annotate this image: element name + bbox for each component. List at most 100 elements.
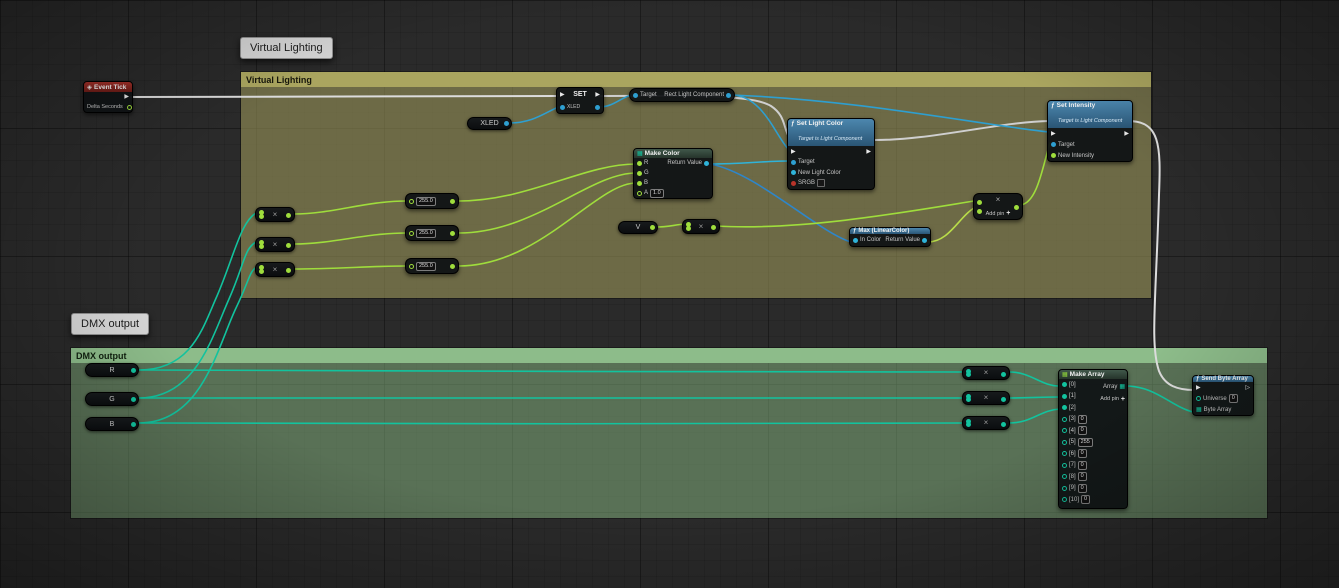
array-value-box[interactable]: 0: [1078, 461, 1087, 470]
pin-a[interactable]: [637, 191, 642, 196]
value-out-pin[interactable]: [450, 199, 455, 204]
multiply-out-pin[interactable]: [286, 268, 291, 273]
plus-icon[interactable]: +: [1121, 396, 1125, 403]
node-multiply-dmx-b[interactable]: ×: [962, 416, 1010, 430]
target-in-pin[interactable]: [633, 93, 638, 98]
array-value-box[interactable]: 0: [1081, 495, 1090, 504]
r-output-pin[interactable]: [131, 368, 136, 373]
node-make-color[interactable]: ▦Make Color RReturn Value G B A1.0: [633, 148, 713, 199]
value-in-pin[interactable]: [409, 199, 414, 204]
pin-r[interactable]: [637, 161, 642, 166]
multiply-out-pin[interactable]: [286, 243, 291, 248]
new-light-color-pin[interactable]: [791, 170, 796, 175]
multiply-out-pin[interactable]: [1014, 205, 1019, 210]
exec-in-pin[interactable]: ▶: [1196, 385, 1201, 391]
delta-seconds-pin[interactable]: [127, 105, 132, 110]
value-box[interactable]: 255.0: [416, 197, 436, 206]
value-box[interactable]: 255.0: [416, 262, 436, 271]
node-set-light-color[interactable]: ƒSet Light ColorTarget is Light Componen…: [787, 118, 875, 190]
multiply-out-pin[interactable]: [286, 213, 291, 218]
array-pin-5[interactable]: [1062, 440, 1067, 445]
xled-output-pin[interactable]: [504, 121, 509, 126]
xled-in-pin[interactable]: [560, 105, 565, 110]
exec-in-pin[interactable]: ▶: [560, 92, 565, 98]
node-set-xled[interactable]: ▶SET▶ XLED: [556, 87, 604, 114]
rect-light-out-pin[interactable]: [726, 93, 731, 98]
multiply-out-pin[interactable]: [1001, 397, 1006, 402]
value-out-pin[interactable]: [450, 231, 455, 236]
exec-out-pin[interactable]: ▷: [1245, 385, 1250, 391]
node-multiply-255-r[interactable]: 255.0: [405, 193, 459, 209]
array-pin-0[interactable]: [1062, 382, 1067, 387]
node-event-tick[interactable]: ◈Event Tick ▶ Delta Seconds: [83, 81, 133, 113]
return-value-pin[interactable]: [704, 161, 709, 166]
g-output-pin[interactable]: [131, 397, 136, 402]
node-multiply-255-g[interactable]: 255.0: [405, 225, 459, 241]
array-pin-8[interactable]: [1062, 474, 1067, 479]
exec-in-pin[interactable]: ▶: [791, 149, 796, 155]
blueprint-canvas[interactable]: Virtual Lighting DMX output: [0, 0, 1339, 588]
node-get-v[interactable]: V: [618, 221, 658, 234]
node-multiply-addpin[interactable]: × Add pin +: [973, 193, 1023, 220]
array-pin-4[interactable]: [1062, 428, 1067, 433]
exec-out-pin[interactable]: ▶: [124, 94, 129, 100]
xled-out-pin[interactable]: [595, 105, 600, 110]
exec-in-pin[interactable]: ▶: [1051, 131, 1056, 137]
v-output-pin[interactable]: [650, 225, 655, 230]
array-pin-6[interactable]: [1062, 451, 1067, 456]
node-get-xled[interactable]: XLED: [467, 117, 512, 130]
multiply-out-pin[interactable]: [1001, 372, 1006, 377]
universe-value-box[interactable]: 0: [1229, 394, 1238, 403]
a-value-box[interactable]: 1.0: [650, 189, 664, 198]
value-box[interactable]: 255.0: [416, 229, 436, 238]
node-multiply-v[interactable]: ×: [682, 219, 720, 234]
node-get-r[interactable]: R: [85, 363, 139, 377]
value-in-pin[interactable]: [409, 264, 414, 269]
node-multiply-dmx-g[interactable]: ×: [962, 391, 1010, 405]
node-get-b[interactable]: B: [85, 417, 139, 431]
node-get-rect-light-component[interactable]: TargetRect Light Component: [629, 88, 735, 102]
array-value-box[interactable]: 255: [1078, 438, 1093, 447]
new-intensity-pin[interactable]: [1051, 153, 1056, 158]
array-output-pin[interactable]: ▦: [1119, 384, 1125, 390]
array-pin-3[interactable]: [1062, 417, 1067, 422]
srgb-pin[interactable]: [791, 181, 796, 186]
multiply-in-a-pin[interactable]: [977, 200, 982, 205]
node-multiply-255-b[interactable]: 255.0: [405, 258, 459, 274]
exec-out-pin[interactable]: ▶: [595, 92, 600, 98]
value-in-pin[interactable]: [409, 231, 414, 236]
array-value-box[interactable]: 0: [1078, 415, 1087, 424]
node-multiply-b[interactable]: ×: [255, 262, 295, 277]
node-send-byte-array[interactable]: ƒSend Byte Array ▶▷ Universe0 ▦Byte Arra…: [1192, 375, 1254, 416]
universe-pin[interactable]: [1196, 396, 1201, 401]
srgb-checkbox[interactable]: [817, 179, 825, 187]
array-value-box[interactable]: 0: [1078, 472, 1087, 481]
exec-out-pin[interactable]: ▶: [866, 149, 871, 155]
return-value-pin[interactable]: [922, 238, 927, 243]
node-get-g[interactable]: G: [85, 392, 139, 406]
pin-b[interactable]: [637, 181, 642, 186]
add-pin-label[interactable]: Add pin: [1100, 396, 1119, 402]
multiply-in-b-pin[interactable]: [977, 209, 982, 214]
plus-icon[interactable]: +: [1006, 210, 1010, 217]
in-color-pin[interactable]: [853, 238, 858, 243]
array-pin-7[interactable]: [1062, 463, 1067, 468]
array-pin-2[interactable]: [1062, 405, 1067, 410]
b-output-pin[interactable]: [131, 422, 136, 427]
target-pin[interactable]: [791, 160, 796, 165]
node-max-linearcolor[interactable]: ƒMax (LinearColor) In ColorReturn Value: [849, 227, 931, 247]
array-pin-10[interactable]: [1062, 497, 1067, 502]
array-pin-9[interactable]: [1062, 486, 1067, 491]
target-pin[interactable]: [1051, 142, 1056, 147]
value-out-pin[interactable]: [450, 264, 455, 269]
byte-array-pin[interactable]: ▦: [1196, 407, 1202, 413]
pin-g[interactable]: [637, 171, 642, 176]
node-multiply-dmx-r[interactable]: ×: [962, 366, 1010, 380]
multiply-out-pin[interactable]: [711, 225, 716, 230]
node-multiply-g[interactable]: ×: [255, 237, 295, 252]
node-multiply-r[interactable]: ×: [255, 207, 295, 222]
exec-out-pin[interactable]: ▶: [1124, 131, 1129, 137]
node-set-intensity[interactable]: ƒSet IntensityTarget is Light Component …: [1047, 100, 1133, 162]
array-pin-1[interactable]: [1062, 394, 1067, 399]
multiply-out-pin[interactable]: [1001, 422, 1006, 427]
